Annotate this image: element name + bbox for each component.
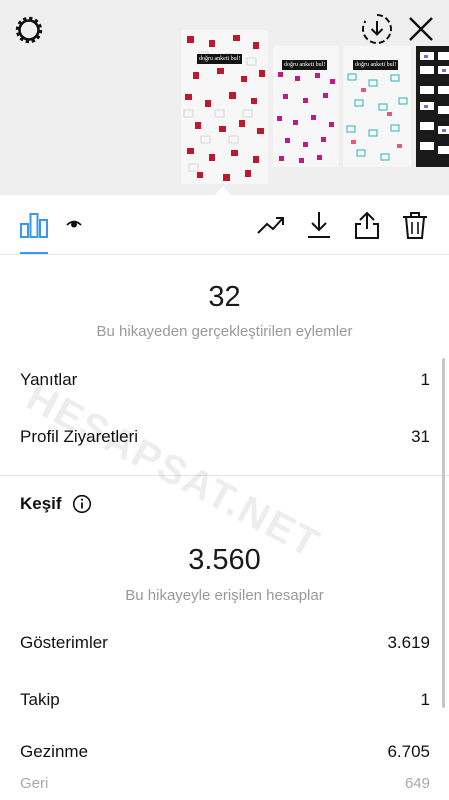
- trash-icon[interactable]: [400, 210, 430, 240]
- stat-value: 649: [404, 775, 430, 792]
- stat-value: 3.619: [387, 633, 430, 652]
- reach-caption: Bu hikayeyle erişilen hesaplar: [125, 587, 324, 604]
- stat-value: 1: [420, 690, 430, 709]
- trend-up-icon[interactable]: [256, 210, 286, 240]
- close-icon[interactable]: [404, 12, 438, 46]
- reach-total: 3.560: [188, 544, 261, 576]
- stat-row-profile-visits: Profil Ziyaretleri 31: [20, 427, 430, 451]
- story-thumbnail[interactable]: doğru anketi bul!: [343, 46, 411, 167]
- story-toolbar: [0, 196, 449, 255]
- share-icon[interactable]: [352, 210, 382, 240]
- info-icon[interactable]: [72, 494, 92, 514]
- section-title-discovery: Keşif: [20, 494, 62, 513]
- story-thumbnail-selected[interactable]: doğru anketi bul!: [181, 30, 268, 184]
- stat-value: 6.705: [387, 742, 430, 761]
- stat-row-replies: Yanıtlar 1: [20, 370, 430, 394]
- bar-chart-icon[interactable]: [19, 210, 49, 240]
- stat-row-impressions: Gösterimler 3.619: [20, 633, 430, 657]
- stat-label: Profil Ziyaretleri: [20, 427, 139, 446]
- stat-label: Gezinme: [20, 742, 89, 761]
- story-strip: doğru anketi bul! doğru anketi bul! doğr…: [0, 0, 449, 195]
- scrollbar[interactable]: [442, 358, 445, 708]
- watermark: HESAPSAT.NET: [19, 375, 328, 567]
- download-icon[interactable]: [304, 210, 334, 240]
- gear-icon[interactable]: [13, 14, 45, 46]
- stat-row-back: Geri 649: [20, 775, 430, 799]
- story-thumbnail[interactable]: doğru anketi bul!: [273, 46, 339, 167]
- stat-label: Gösterimler: [20, 633, 108, 652]
- story-tag: doğru anketi bul!: [197, 54, 243, 64]
- stat-label: Geri: [20, 775, 49, 792]
- selection-indicator: [215, 186, 231, 195]
- section-divider: [0, 475, 449, 476]
- eye-icon[interactable]: [62, 210, 92, 240]
- actions-caption: Bu hikayeden gerçekleştirilen eylemler: [96, 323, 353, 340]
- stat-value: 31: [411, 427, 430, 446]
- sticker-pattern: [420, 52, 449, 154]
- stat-label: Takip: [20, 690, 60, 709]
- actions-total: 32: [208, 281, 241, 313]
- stat-label: Yanıtlar: [20, 370, 78, 389]
- story-tag: doğru anketi bul!: [282, 60, 328, 70]
- story-tag: doğru anketi bul!: [353, 60, 399, 70]
- story-thumbnail[interactable]: [416, 46, 449, 167]
- stat-row-follows: Takip 1: [20, 690, 430, 714]
- stat-row-navigation: Gezinme 6.705: [20, 742, 430, 766]
- download-circle-icon[interactable]: [360, 12, 394, 46]
- stat-value: 1: [420, 370, 430, 389]
- active-tab-indicator: [20, 252, 48, 254]
